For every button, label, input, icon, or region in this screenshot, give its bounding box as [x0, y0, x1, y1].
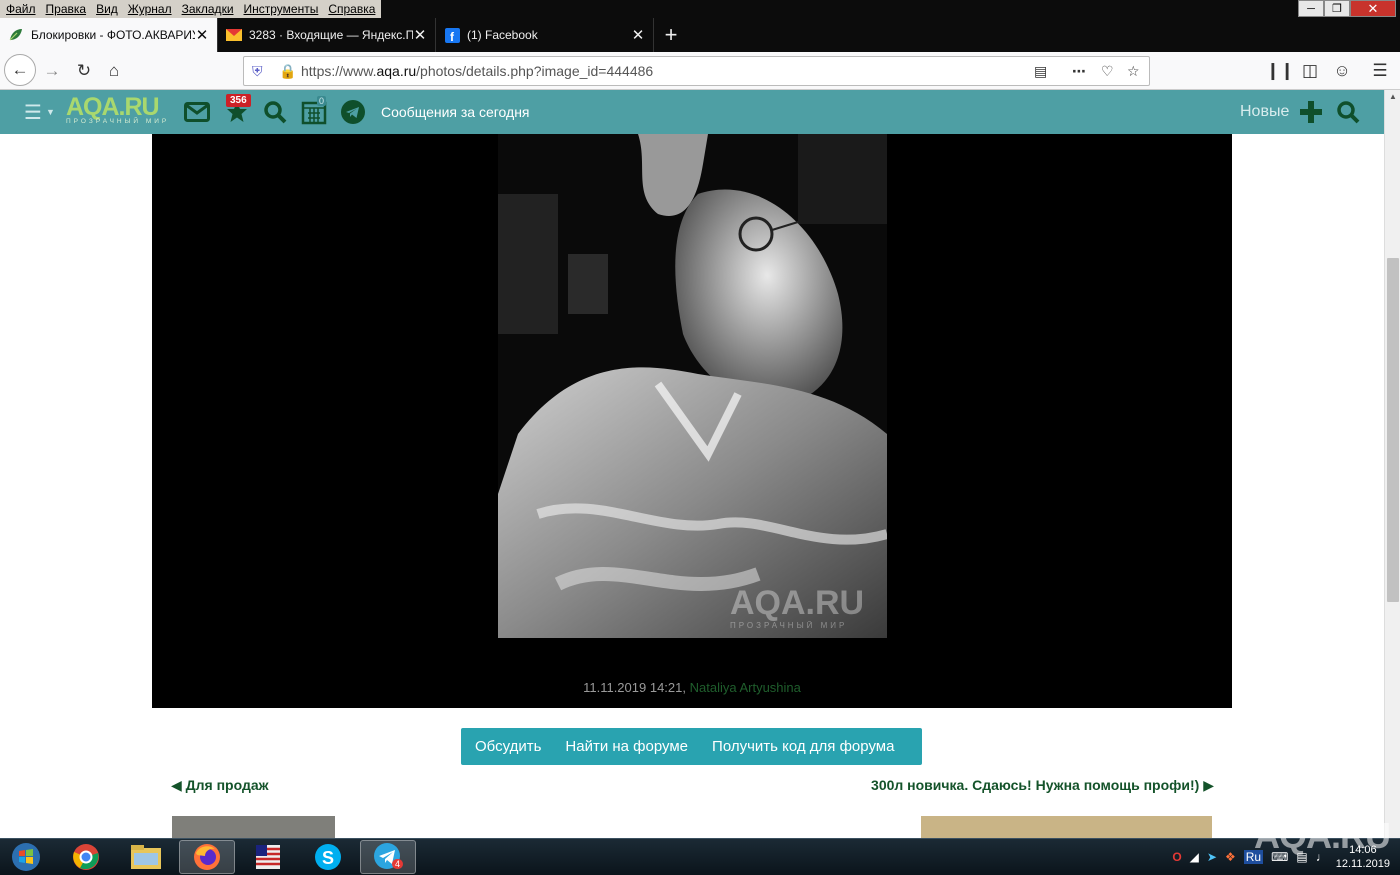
tab-facebook[interactable]: f (1) Facebook ✕ — [436, 18, 654, 52]
get-forum-code-button[interactable]: Получить код для форума — [712, 738, 894, 755]
tab-aqa-photo[interactable]: Блокировки - ФОТО.АКВАРИУМ ✕ — [0, 18, 218, 52]
previous-photo-link[interactable]: ◀ Для продаж — [171, 777, 269, 794]
close-tab-icon[interactable]: ✕ — [413, 26, 427, 44]
chrome-taskbar-icon[interactable] — [58, 840, 114, 874]
find-on-forum-button[interactable]: Найти на форуме — [565, 738, 688, 755]
yandex-mail-icon — [226, 27, 242, 43]
page-actions-icon[interactable]: ⋯ — [1072, 63, 1086, 80]
envelope-icon[interactable] — [184, 90, 210, 134]
reader-view-icon[interactable]: ▤ — [1034, 63, 1047, 80]
messages-today-link[interactable]: Сообщения за сегодня — [381, 90, 530, 134]
discuss-button[interactable]: Обсудить — [475, 738, 541, 755]
library-icon[interactable]: ❙❙ — [1266, 58, 1295, 84]
windows-taskbar: S 4 O ◢ ➤ ❖ Ru ⌨ ▤ ♩ 14:06 12.11.2019 — [0, 838, 1400, 875]
menu-burger-icon[interactable]: ☰ ▼ — [24, 90, 55, 134]
tab-title: (1) Facebook — [467, 28, 538, 42]
speaker-tray-icon[interactable]: ♩ — [1316, 850, 1328, 864]
new-posts-link[interactable]: Новые — [1240, 90, 1289, 134]
address-bar[interactable]: ⛨ 🔒 https://www.aqa.ru/photos/details.ph… — [243, 56, 1150, 86]
menu-edit[interactable]: Правка — [42, 0, 93, 18]
firefox-taskbar-icon[interactable] — [179, 840, 235, 874]
photo-author-link[interactable]: Nataliya Artyushina — [690, 680, 801, 695]
pocket-icon[interactable]: ♡ — [1101, 63, 1114, 80]
photo-caption: 11.11.2019 14:21, Nataliya Artyushina — [152, 680, 1232, 695]
menu-history[interactable]: Журнал — [124, 0, 178, 18]
skype-taskbar-icon[interactable]: S — [300, 840, 356, 874]
telegram-icon[interactable] — [341, 90, 365, 134]
menu-help[interactable]: Справка — [324, 0, 381, 18]
bookmark-star-icon[interactable]: ☆ — [1127, 63, 1140, 80]
page-scrollbar[interactable]: ▲ — [1384, 90, 1400, 838]
menu-view[interactable]: Вид — [92, 0, 124, 18]
forward-arrow-icon[interactable]: → — [38, 58, 66, 84]
opera-tray-icon[interactable]: O — [1172, 850, 1181, 864]
svg-text:S: S — [322, 848, 334, 868]
photo-watermark: AQA.RU — [730, 584, 864, 622]
minimize-button[interactable]: ─ — [1298, 0, 1324, 17]
tab-strip: Блокировки - ФОТО.АКВАРИУМ ✕ 3283 · Вход… — [0, 18, 1400, 52]
close-tab-icon[interactable]: ✕ — [631, 26, 645, 44]
menu-bookmarks[interactable]: Закладки — [178, 0, 240, 18]
start-button[interactable] — [4, 839, 48, 875]
url-text[interactable]: https://www.aqa.ru/photos/details.php?im… — [301, 63, 653, 79]
menu-tools[interactable]: Инструменты — [240, 0, 325, 18]
site-logo[interactable]: AQA.RU ПРОЗРАЧНЫЙ МИР — [66, 95, 169, 126]
main-photo[interactable]: AQA.RU ПРОЗРАЧНЫЙ МИР — [498, 134, 887, 638]
padlock-icon[interactable]: 🔒 — [279, 63, 296, 80]
scrollbar-thumb[interactable] — [1387, 258, 1399, 602]
facebook-icon: f — [444, 27, 460, 43]
next-photo-thumbnail[interactable] — [921, 816, 1212, 838]
tab-title: Блокировки - ФОТО.АКВАРИУМ — [31, 28, 195, 42]
flag-app-taskbar-icon[interactable] — [240, 840, 296, 874]
telegram-unread-badge: 4 — [391, 859, 403, 869]
tab-title: 3283 · Входящие — Яндекс.Почта — [249, 28, 413, 42]
calendar-count: 0 — [317, 96, 327, 106]
sidebar-icon[interactable]: ◫ — [1296, 58, 1324, 84]
close-tab-icon[interactable]: ✕ — [195, 26, 209, 44]
tracking-shield-icon[interactable]: ⛨ — [252, 63, 263, 80]
clock[interactable]: 14:06 12.11.2019 — [1336, 843, 1390, 871]
language-indicator[interactable]: Ru — [1243, 850, 1264, 864]
close-window-button[interactable]: ✕ — [1350, 0, 1396, 17]
notification-badge: 356 — [226, 94, 251, 107]
aimp-tray-icon[interactable]: ❖ — [1225, 850, 1236, 864]
telegram-taskbar-icon[interactable]: 4 — [360, 840, 416, 874]
volume-tray-icon[interactable]: ◢ — [1190, 850, 1199, 864]
previous-arrow-icon: ◀ — [171, 777, 182, 793]
menu-bar: Файл Правка Вид Журнал Закладки Инструме… — [0, 0, 382, 18]
tab-yandex-mail[interactable]: 3283 · Входящие — Яндекс.Почта ✕ — [218, 18, 436, 52]
window-controls: ─ ❐ ✕ — [1298, 0, 1396, 18]
new-tab-plus-icon[interactable]: + — [654, 18, 688, 52]
system-tray: O ◢ ➤ ❖ Ru ⌨ ▤ ♩ 14:06 12.11.2019 — [1172, 839, 1400, 875]
aqa-leaf-icon — [8, 27, 24, 43]
navigation-toolbar: ← → ↻ ⌂ ⛨ 🔒 https://www.aqa.ru/photos/de… — [0, 52, 1400, 90]
photo-actions-bar: Обсудить Найти на форуме Получить код дл… — [461, 728, 922, 765]
network-tray-icon[interactable]: ▤ — [1296, 850, 1307, 864]
restore-button[interactable]: ❐ — [1324, 0, 1350, 17]
site-header: ☰ ▼ AQA.RU ПРОЗРАЧНЫЙ МИР 356 0 Сообщения… — [0, 90, 1384, 134]
search-icon[interactable] — [1336, 90, 1360, 134]
add-plus-icon[interactable] — [1300, 90, 1322, 134]
file-explorer-taskbar-icon[interactable] — [118, 840, 174, 874]
scroll-up-icon[interactable]: ▲ — [1389, 92, 1397, 101]
telegram-tray-icon[interactable]: ➤ — [1207, 850, 1217, 864]
next-photo-link[interactable]: 300л новичка. Сдаюсь! Нужна помощь профи… — [871, 777, 1214, 794]
back-arrow-icon[interactable]: ← — [4, 54, 36, 86]
photo-date: 11.11.2019 14:21, — [583, 680, 686, 695]
search-icon[interactable] — [263, 90, 287, 134]
keyboard-tray-icon[interactable]: ⌨ — [1271, 850, 1288, 864]
photo-watermark-tagline: ПРОЗРАЧНЫЙ МИР — [730, 621, 847, 630]
previous-photo-thumbnail[interactable] — [172, 816, 335, 838]
browser-window-chrome: Файл Правка Вид Журнал Закладки Инструме… — [0, 0, 1400, 90]
menu-file[interactable]: Файл — [2, 0, 42, 18]
account-icon[interactable]: ☺ — [1328, 58, 1356, 84]
app-menu-icon[interactable]: ☰ — [1366, 58, 1394, 84]
photo-viewer: AQA.RU ПРОЗРАЧНЫЙ МИР 11.11.2019 14:21, … — [152, 134, 1232, 708]
next-arrow-icon: ▶ — [1203, 777, 1214, 793]
home-icon[interactable]: ⌂ — [100, 58, 128, 84]
reload-icon[interactable]: ↻ — [70, 58, 98, 84]
